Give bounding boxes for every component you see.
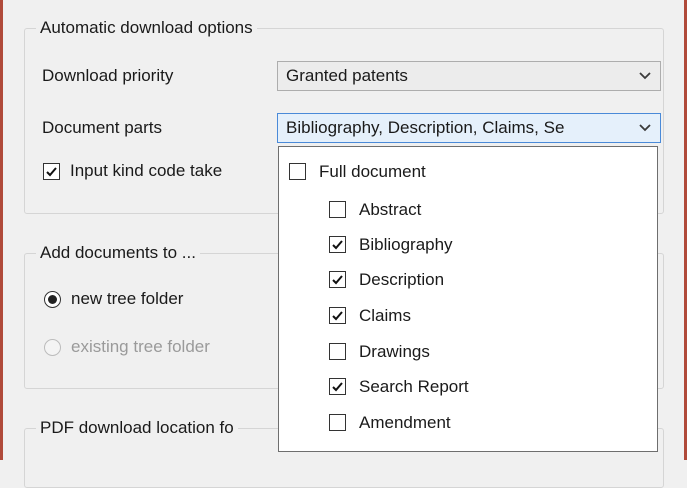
download-priority-label: Download priority — [42, 66, 174, 85]
list-item[interactable]: Search Report — [329, 376, 609, 398]
claims-label: Claims — [359, 306, 411, 325]
check-icon — [332, 275, 343, 285]
download-priority-select[interactable]: Granted patents — [277, 61, 661, 91]
document-parts-dropdown-list: Full document Abstract Bibliography Desc… — [278, 146, 658, 452]
check-icon — [46, 167, 57, 177]
chevron-down-icon — [639, 124, 651, 132]
document-parts-select[interactable]: Bibliography, Description, Claims, Se — [277, 113, 661, 143]
description-checkbox[interactable] — [329, 271, 346, 288]
amendment-label: Amendment — [359, 413, 451, 432]
bibliography-label: Bibliography — [359, 235, 453, 254]
new-tree-folder-radio[interactable] — [44, 291, 61, 308]
description-label: Description — [359, 270, 445, 289]
drawings-label: Drawings — [359, 342, 430, 361]
list-item[interactable]: Drawings — [329, 341, 609, 363]
automatic-download-options-legend: Automatic download options — [36, 18, 257, 38]
abstract-checkbox[interactable] — [329, 201, 346, 218]
list-item[interactable]: Claims — [329, 305, 609, 327]
list-item[interactable]: Description — [329, 269, 609, 291]
abstract-label: Abstract — [359, 200, 422, 219]
list-item[interactable]: Abstract — [329, 199, 609, 221]
list-item[interactable]: Amendment — [329, 412, 609, 434]
bibliography-checkbox[interactable] — [329, 236, 346, 253]
input-kind-label: Input kind code take — [70, 161, 223, 180]
add-documents-legend: Add documents to ... — [36, 243, 200, 263]
existing-tree-folder-radio — [44, 339, 61, 356]
check-icon — [332, 382, 343, 392]
input-kind-checkbox[interactable] — [43, 163, 60, 180]
drawings-checkbox[interactable] — [329, 343, 346, 360]
list-item[interactable]: Bibliography — [329, 234, 609, 256]
new-tree-folder-label: new tree folder — [71, 289, 184, 308]
radio-selected-dot — [48, 295, 57, 304]
check-icon — [332, 240, 343, 250]
search-report-label: Search Report — [359, 377, 469, 396]
full-document-label: Full document — [319, 162, 426, 181]
search-report-checkbox[interactable] — [329, 378, 346, 395]
list-item[interactable]: Full document — [289, 161, 589, 183]
amendment-checkbox[interactable] — [329, 414, 346, 431]
download-priority-value: Granted patents — [286, 66, 408, 85]
check-icon — [332, 311, 343, 321]
document-parts-label: Document parts — [42, 118, 162, 137]
document-parts-value: Bibliography, Description, Claims, Se — [286, 118, 565, 137]
full-document-checkbox[interactable] — [289, 163, 306, 180]
claims-checkbox[interactable] — [329, 307, 346, 324]
pdf-download-location-legend: PDF download location fo — [36, 418, 238, 438]
chevron-down-icon — [639, 72, 651, 80]
existing-tree-folder-label: existing tree folder — [71, 337, 210, 356]
